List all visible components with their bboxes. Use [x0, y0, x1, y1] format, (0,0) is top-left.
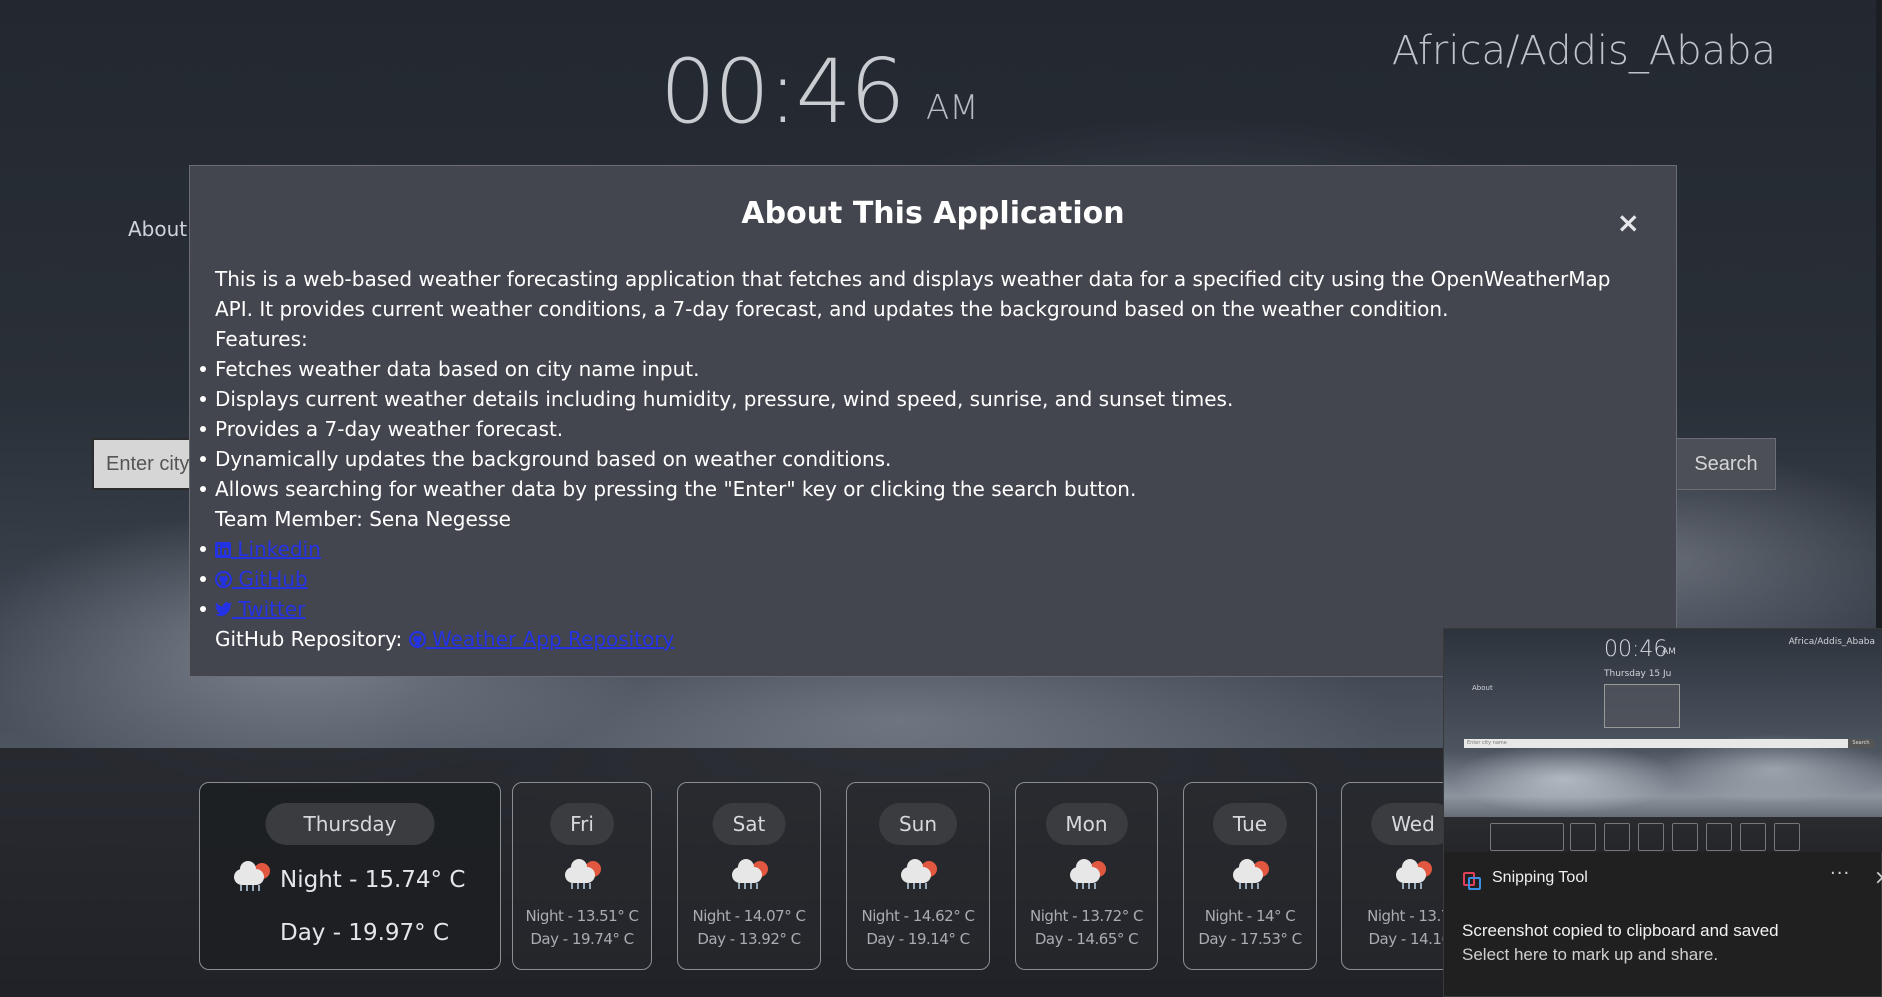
feature-item: Dynamically updates the background based… — [200, 444, 1636, 474]
preview-timezone: Africa/Addis_Ababa — [1788, 637, 1875, 647]
preview-card — [1774, 823, 1800, 851]
social-link-item: Twitter — [200, 594, 1636, 624]
about-link[interactable]: About — [128, 217, 187, 241]
twitter-icon — [215, 602, 232, 617]
cloud-sun-rain-icon — [563, 859, 603, 891]
close-icon[interactable]: × — [1617, 206, 1640, 239]
night-temperature: Night - 14.62° C — [861, 907, 975, 925]
snipping-tool-icon — [1462, 871, 1481, 890]
forecast-day-label: Fri — [550, 803, 614, 845]
repo-link[interactable]: Weather App Repository — [408, 627, 675, 651]
search-button[interactable]: Search — [1676, 438, 1776, 490]
github-icon — [215, 571, 232, 588]
day-temperature: Day - 19.97° C — [280, 920, 450, 946]
preview-date: Thursday 15 Ju — [1604, 669, 1672, 679]
preview-ampm: AM — [1662, 647, 1676, 657]
toast-action-text[interactable]: Select here to mark up and share. — [1462, 945, 1718, 965]
night-temperature: Night - 15.74° C — [280, 867, 466, 893]
night-temperature: Night - 14° C — [1204, 907, 1296, 925]
more-options-icon[interactable]: ··· — [1830, 863, 1850, 884]
forecast-card: Fri Night - 13.51° C Day - 19.74° C — [512, 782, 652, 970]
social-link-item: GitHub — [200, 564, 1636, 594]
cloud-sun-rain-icon — [899, 859, 939, 891]
forecast-card: Sun Night - 14.62° C Day - 19.14° C — [846, 782, 990, 970]
day-temperature: Day - 19.74° C — [530, 930, 634, 948]
preview-clock: 00:46 — [1604, 637, 1668, 662]
preview-search-button: Search — [1848, 739, 1874, 748]
preview-card — [1706, 823, 1732, 851]
modal-intro-line: API. It provides current weather conditi… — [215, 297, 1449, 321]
forecast-card: Mon Night - 13.72° C Day - 14.65° C — [1015, 782, 1158, 970]
github-icon — [408, 631, 426, 648]
repo-link-label: Weather App Repository — [432, 627, 675, 651]
linkedin-icon — [215, 542, 231, 558]
screenshot-preview[interactable]: 00:46 AM Africa/Addis_Ababa Thursday 15 … — [1444, 629, 1882, 852]
night-temperature: Night - 13.72° C — [1030, 907, 1143, 925]
feature-item: Fetches weather data based on city name … — [200, 354, 1636, 384]
modal-body: This is a web-based weather forecasting … — [200, 264, 1636, 654]
forecast-day-label: Thursday — [265, 803, 435, 845]
forecast-day-label: Tue — [1212, 803, 1288, 845]
day-temperature: Day - 17.53° C — [1198, 930, 1302, 948]
modal-intro-line: This is a web-based weather forecasting … — [215, 267, 1611, 291]
preview-card — [1672, 823, 1698, 851]
toast-app-name: Snipping Tool — [1492, 869, 1588, 886]
night-temperature: Night - 13.51° C — [525, 907, 639, 925]
cloud-sun-rain-icon — [1231, 859, 1271, 891]
cloud-sun-rain-icon — [730, 859, 770, 891]
linkedin-label: Linkedin — [237, 537, 321, 561]
feature-item: Allows searching for weather data by pre… — [200, 474, 1636, 504]
forecast-day-label: Mon — [1045, 803, 1128, 845]
search-placeholder: Enter city — [106, 453, 190, 475]
feature-item: Provides a 7-day weather forecast. — [200, 414, 1636, 444]
about-modal: About This Application × This is a web-b… — [189, 165, 1677, 677]
social-links: Linkedin GitHub Twitter — [200, 534, 1636, 624]
night-temperature: Night - 14.07° C — [692, 907, 806, 925]
twitter-link[interactable]: Twitter — [215, 597, 305, 621]
features-list: Fetches weather data based on city name … — [200, 354, 1636, 504]
timezone-label: Africa/Addis_Ababa — [1391, 28, 1776, 74]
repo-line: GitHub Repository: Weather App Repositor… — [215, 624, 1636, 654]
social-link-item: Linkedin — [200, 534, 1636, 564]
forecast-day-label: Sun — [878, 803, 958, 845]
github-link[interactable]: GitHub — [215, 567, 308, 591]
snipping-tool-notification[interactable]: 00:46 AM Africa/Addis_Ababa Thursday 15 … — [1443, 628, 1882, 997]
linkedin-link[interactable]: Linkedin — [215, 537, 321, 561]
forecast-card-today: Thursday Night - 15.74° C Day - 19.97° C — [199, 782, 501, 970]
features-heading: Features: — [215, 327, 308, 351]
preview-card — [1740, 823, 1766, 851]
twitter-label: Twitter — [238, 597, 306, 621]
feature-item: Displays current weather details includi… — [200, 384, 1636, 414]
day-temperature: Day - 13.92° C — [697, 930, 801, 948]
forecast-day-label: Sat — [712, 803, 786, 845]
preview-card — [1604, 823, 1630, 851]
clock-ampm: AM — [926, 88, 979, 128]
forecast-card: Sat Night - 14.07° C Day - 13.92° C — [677, 782, 821, 970]
preview-card — [1490, 823, 1564, 851]
github-label: GitHub — [238, 567, 308, 591]
day-temperature: Day - 19.14° C — [866, 930, 970, 948]
repo-prefix: GitHub Repository: — [215, 627, 403, 651]
preview-about: About — [1472, 684, 1493, 692]
day-temperature: Day - 14.65° C — [1034, 930, 1139, 948]
cloud-sun-rain-icon — [1394, 859, 1434, 891]
modal-title: About This Application — [741, 196, 1125, 231]
cloud-sun-rain-icon — [1068, 859, 1108, 891]
toast-close-icon[interactable]: × — [1874, 865, 1882, 889]
preview-card — [1638, 823, 1664, 851]
preview-search: Enter city name — [1464, 739, 1848, 748]
preview-card — [1570, 823, 1596, 851]
forecast-card: Tue Night - 14° C Day - 17.53° C — [1183, 782, 1317, 970]
preview-weather-panel — [1604, 684, 1680, 728]
toast-message: Screenshot copied to clipboard and saved — [1462, 921, 1779, 940]
team-member: Team Member: Sena Negesse — [215, 507, 511, 531]
toast-header: Snipping Tool ··· × — [1462, 863, 1882, 890]
clock-time: 00:46 — [660, 40, 906, 143]
cloud-sun-rain-icon — [232, 861, 272, 893]
